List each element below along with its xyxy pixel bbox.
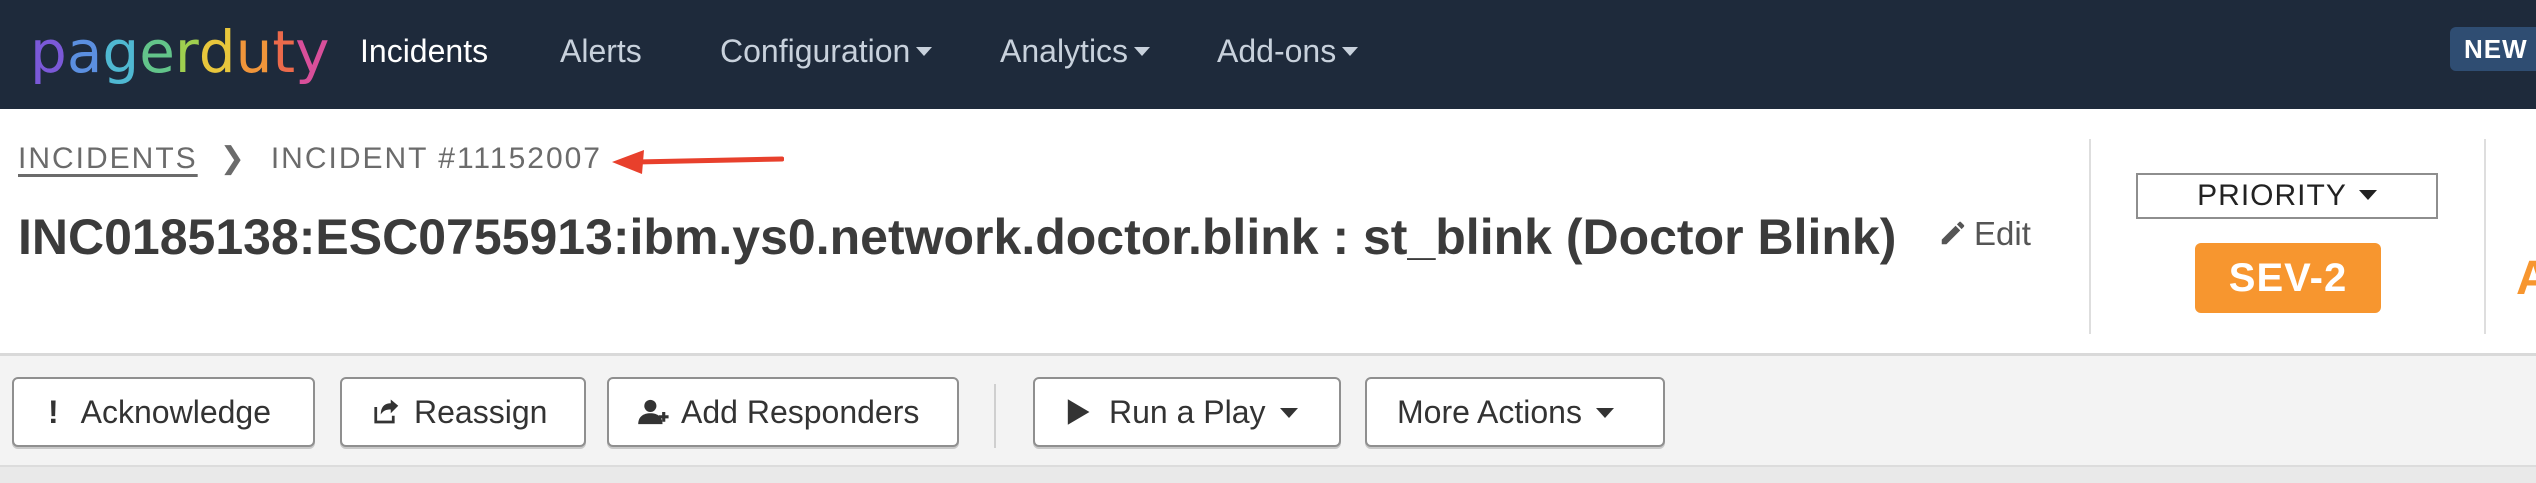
- nav-alerts[interactable]: Alerts: [560, 26, 642, 76]
- annotation-arrow-icon: [612, 150, 784, 174]
- exclamation-icon: !: [48, 393, 59, 430]
- top-navigation: pagerduty Incidents Alerts Configuration…: [0, 0, 2536, 109]
- acknowledge-button[interactable]: ! Acknowledge: [12, 377, 315, 447]
- nav-incidents[interactable]: Incidents: [360, 26, 488, 76]
- nav-configuration[interactable]: Configuration: [720, 26, 933, 76]
- share-icon: [374, 399, 399, 423]
- add-responders-label: Add Responders: [681, 394, 920, 430]
- edit-title-button[interactable]: Edit: [1938, 209, 2031, 259]
- play-icon: [1067, 398, 1090, 425]
- priority-dropdown[interactable]: PRIORITY: [2136, 173, 2438, 219]
- chevron-right-icon: ❯: [219, 142, 247, 175]
- nav-add-ons[interactable]: Add-ons: [1217, 26, 1359, 76]
- toolbar-divider: [994, 384, 996, 448]
- more-actions-label: More Actions: [1397, 394, 1582, 430]
- breadcrumb-current: INCIDENT #11152007: [270, 142, 602, 175]
- pagerduty-logo[interactable]: pagerduty: [30, 16, 329, 88]
- breadcrumb: INCIDENTS ❯ INCIDENT #11152007: [18, 139, 602, 179]
- nav-analytics[interactable]: Analytics: [1000, 26, 1151, 76]
- incident-header: INCIDENTS ❯ INCIDENT #11152007 INC0185138:…: [0, 109, 2536, 356]
- chevron-down-icon: [1134, 47, 1151, 57]
- nav-configuration-label: Configuration: [720, 33, 911, 69]
- new-badge[interactable]: NEW: [2450, 27, 2536, 71]
- status-badge: A: [2516, 252, 2536, 305]
- chevron-down-icon: [916, 47, 933, 57]
- chevron-down-icon: [1279, 407, 1298, 418]
- edit-label: Edit: [1974, 215, 2031, 252]
- add-user-icon: [638, 399, 669, 424]
- chevron-down-icon: [2358, 190, 2377, 201]
- run-play-label: Run a Play: [1109, 394, 1266, 430]
- breadcrumb-incidents-link[interactable]: INCIDENTS: [18, 142, 198, 175]
- incident-title: INC0185138:ESC0755913:ibm.ys0.network.do…: [18, 209, 1897, 265]
- divider: [2484, 139, 2486, 334]
- reassign-button[interactable]: Reassign: [340, 377, 586, 447]
- chevron-down-icon: [1595, 407, 1614, 418]
- action-toolbar: ! Acknowledge Reassign Add Responders Run…: [0, 356, 2536, 465]
- severity-badge: SEV-2: [2195, 243, 2381, 313]
- reassign-label: Reassign: [414, 394, 548, 430]
- content-area-edge: [0, 465, 2536, 483]
- nav-analytics-label: Analytics: [1000, 33, 1129, 69]
- divider: [2089, 139, 2091, 334]
- chevron-down-icon: [1342, 47, 1359, 57]
- nav-incidents-label: Incidents: [360, 33, 489, 69]
- run-play-button[interactable]: Run a Play: [1033, 377, 1341, 447]
- add-responders-button[interactable]: Add Responders: [607, 377, 959, 447]
- nav-alerts-label: Alerts: [560, 33, 642, 69]
- acknowledge-label: Acknowledge: [80, 394, 271, 430]
- priority-label: PRIORITY: [2197, 179, 2347, 212]
- more-actions-button[interactable]: More Actions: [1365, 377, 1665, 447]
- pencil-icon: [1941, 222, 1965, 245]
- nav-add-ons-label: Add-ons: [1217, 33, 1337, 69]
